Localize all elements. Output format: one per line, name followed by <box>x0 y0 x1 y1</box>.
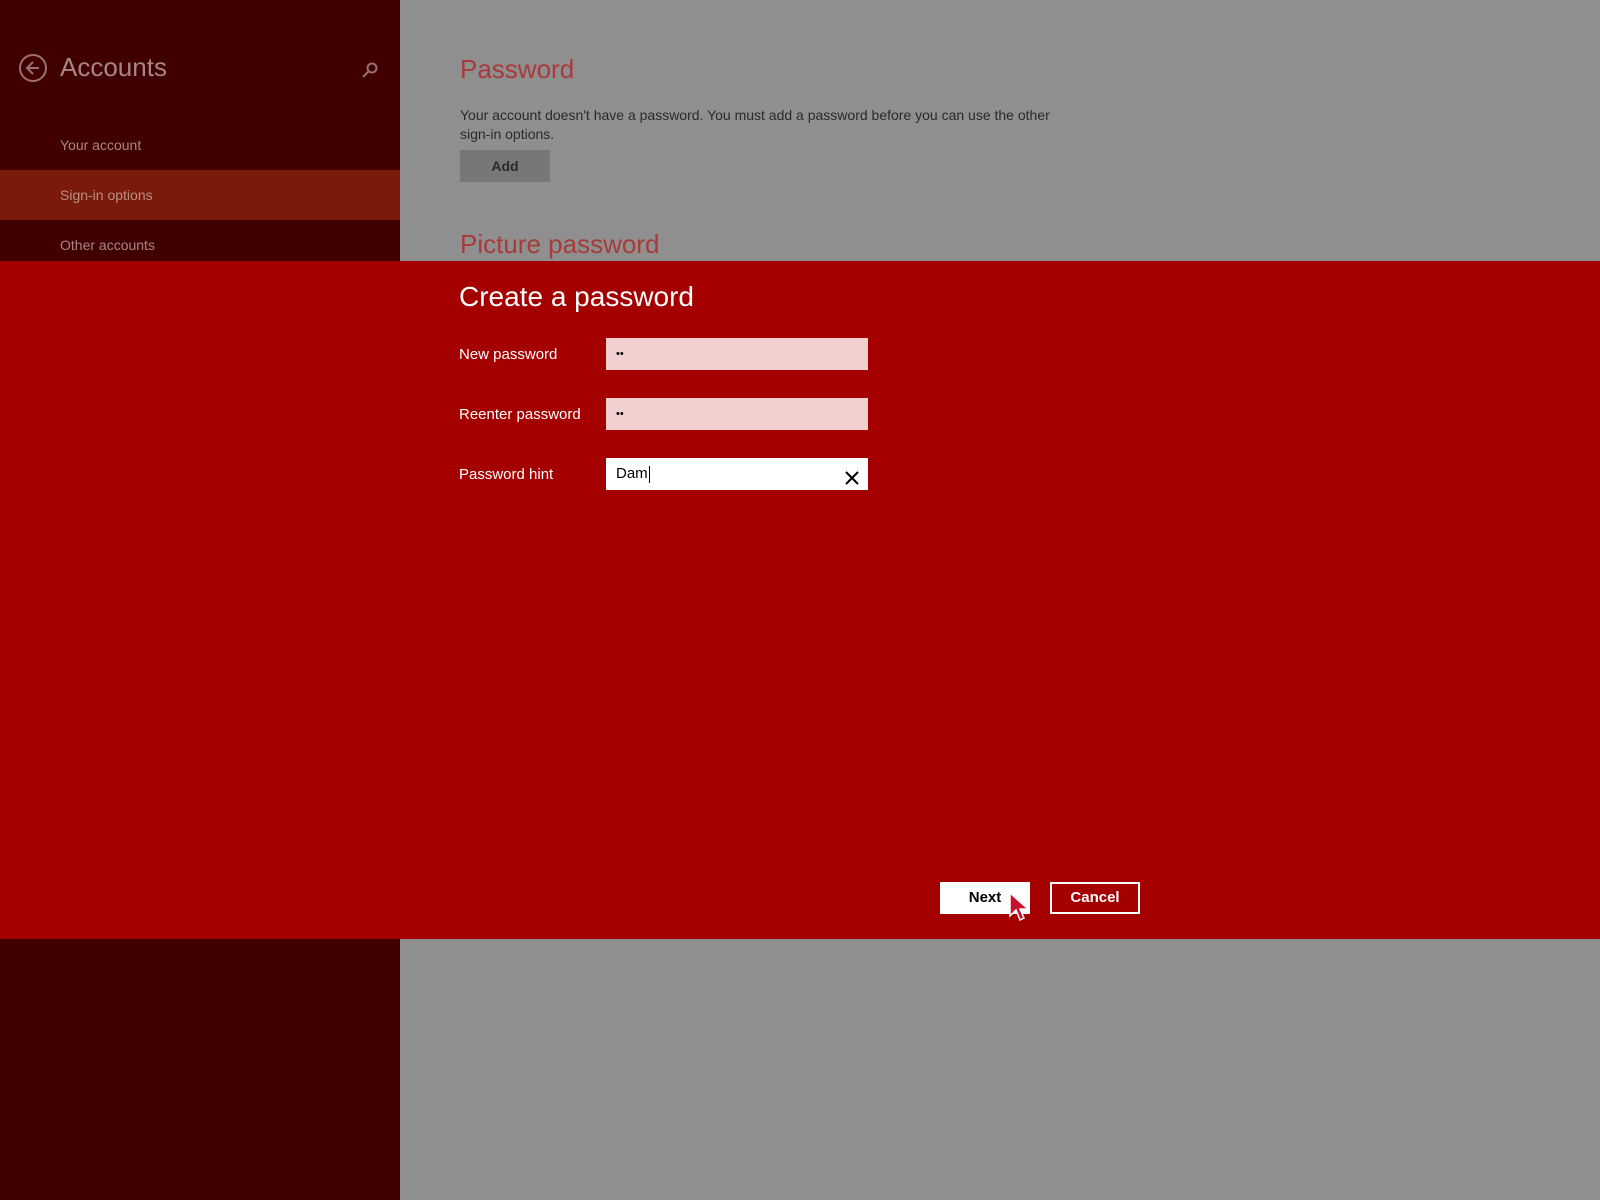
password-description: Your account doesn't have a password. Yo… <box>460 107 1050 142</box>
sidebar-item-label: Sign-in options <box>60 187 153 203</box>
close-icon <box>845 471 859 485</box>
sidebar-item-label: Your account <box>60 137 142 153</box>
clear-hint-button[interactable] <box>844 466 860 485</box>
sidebar-title: Accounts <box>60 52 167 82</box>
add-password-button[interactable]: Add <box>460 150 550 182</box>
reenter-password-label: Reenter password <box>459 406 581 423</box>
search-button[interactable] <box>360 60 380 80</box>
password-hint-field[interactable]: Dam <box>606 458 868 490</box>
new-password-field[interactable]: •• <box>606 338 868 370</box>
password-hint-value: Dam <box>616 465 648 482</box>
settings-window: Accounts Your account Sign-in options Ot… <box>0 0 1600 1200</box>
back-arrow-icon <box>25 61 39 75</box>
cancel-button[interactable]: Cancel <box>1050 882 1140 914</box>
password-hint-label: Password hint <box>459 466 554 483</box>
text-caret <box>648 465 650 483</box>
create-password-dialog: Create a password New password •• Reente… <box>0 261 1600 939</box>
dialog-title: Create a password <box>459 281 695 312</box>
search-icon <box>362 62 378 78</box>
mouse-pointer-icon <box>1009 892 1030 922</box>
new-password-label: New password <box>459 346 558 363</box>
new-password-value: •• <box>616 348 624 360</box>
sidebar-item-your-account[interactable]: Your account <box>0 120 400 170</box>
sidebar-item-sign-in-options[interactable]: Sign-in options <box>0 170 400 220</box>
reenter-password-field[interactable]: •• <box>606 398 868 430</box>
sidebar-item-label: Other accounts <box>60 237 155 253</box>
back-button[interactable] <box>19 54 47 82</box>
reenter-password-value: •• <box>616 408 624 420</box>
picture-password-heading: Picture password <box>460 229 660 259</box>
password-heading: Password <box>460 54 575 84</box>
